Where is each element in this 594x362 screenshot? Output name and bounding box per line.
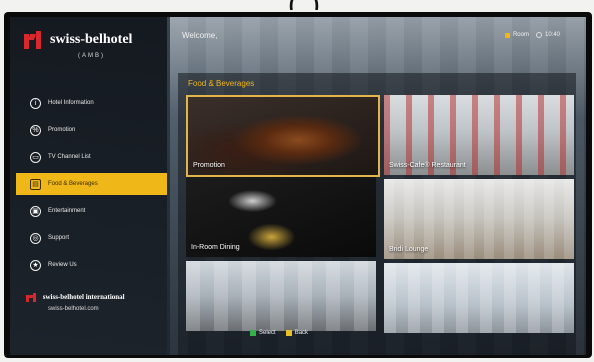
review-icon: ★	[30, 259, 41, 271]
footer-logo: swiss-belhotel international swiss-belho…	[26, 293, 125, 312]
brand-sub: (AMB)	[78, 53, 105, 59]
clock-icon	[535, 32, 542, 38]
remote-legend: Select Back	[250, 330, 308, 336]
tile-bottom-right[interactable]	[384, 263, 574, 333]
hotel-logo: swiss-belhotel	[24, 31, 132, 49]
room-label: Room	[512, 32, 529, 38]
tile-bridi-lounge[interactable]: Bridi Lounge	[384, 179, 574, 259]
sidebar-item-hotel-information[interactable]: i Hotel Information	[16, 92, 167, 114]
sidebar-item-support[interactable]: ◎ Support	[16, 227, 167, 249]
tile-label: Promotion	[193, 162, 225, 169]
logo-mark-icon	[26, 293, 38, 302]
sidebar-item-tv-channel-list[interactable]: ▭ TV Channel List	[16, 146, 167, 168]
sidebar: swiss-belhotel (AMB) i Hotel Information…	[10, 17, 167, 355]
status-bar: Room 10:40	[504, 32, 560, 38]
back-label: Back	[294, 330, 309, 336]
section-title: Food & Beverages	[188, 79, 255, 88]
tile-in-room-dining[interactable]: In-Room Dining	[186, 177, 376, 257]
promotion-icon: %	[30, 124, 41, 136]
tile-label: Bridi Lounge	[389, 246, 429, 253]
footer-brand: swiss-belhotel international	[42, 293, 125, 302]
select-key-icon	[250, 330, 256, 336]
top-strip-text: ( )	[250, 0, 360, 10]
brand-name: swiss-belhotel	[50, 32, 133, 47]
tile-bottom-left[interactable]	[186, 261, 376, 331]
logo-mark-icon	[24, 31, 46, 49]
sidebar-item-label: Review Us	[48, 262, 77, 268]
back-key-icon	[285, 330, 292, 336]
sidebar-item-label: Promotion	[48, 127, 76, 133]
tile-label: In-Room Dining	[191, 244, 240, 251]
welcome-text: Welcome,	[182, 31, 218, 40]
time-display: 10:40	[544, 32, 560, 38]
food-icon: ▤	[30, 178, 41, 190]
screen: swiss-belhotel (AMB) i Hotel Information…	[10, 17, 586, 355]
tile-promotion[interactable]: Promotion	[186, 95, 380, 177]
sidebar-item-promotion[interactable]: % Promotion	[16, 119, 167, 141]
sidebar-menu: i Hotel Information % Promotion ▭ TV Cha…	[16, 92, 167, 281]
info-icon: i	[30, 97, 41, 109]
support-icon: ◎	[30, 232, 41, 244]
sidebar-item-label: Food & Beverages	[48, 181, 98, 187]
sidebar-item-entertainment[interactable]: ▣ Entertainment	[16, 200, 167, 222]
entertainment-icon: ▣	[30, 205, 41, 217]
footer-url: swiss-belhotel.com	[48, 306, 99, 312]
sidebar-item-review-us[interactable]: ★ Review Us	[16, 254, 167, 276]
room-icon	[504, 32, 510, 38]
select-label: Select	[259, 330, 276, 336]
sidebar-item-label: Hotel Information	[48, 100, 94, 106]
content-panel: Food & Beverages Promotion Swiss-Cafe® R…	[178, 73, 576, 355]
sidebar-item-label: TV Channel List	[48, 154, 91, 160]
sidebar-item-label: Support	[48, 235, 70, 241]
tile-label: Swiss-Cafe® Restaurant	[389, 162, 466, 169]
tv-icon: ▭	[30, 151, 41, 163]
sidebar-item-label: Entertainment	[48, 208, 86, 214]
tile-swiss-cafe-restaurant[interactable]: Swiss-Cafe® Restaurant	[384, 95, 574, 175]
sidebar-item-food-beverages[interactable]: ▤ Food & Beverages	[16, 173, 167, 195]
